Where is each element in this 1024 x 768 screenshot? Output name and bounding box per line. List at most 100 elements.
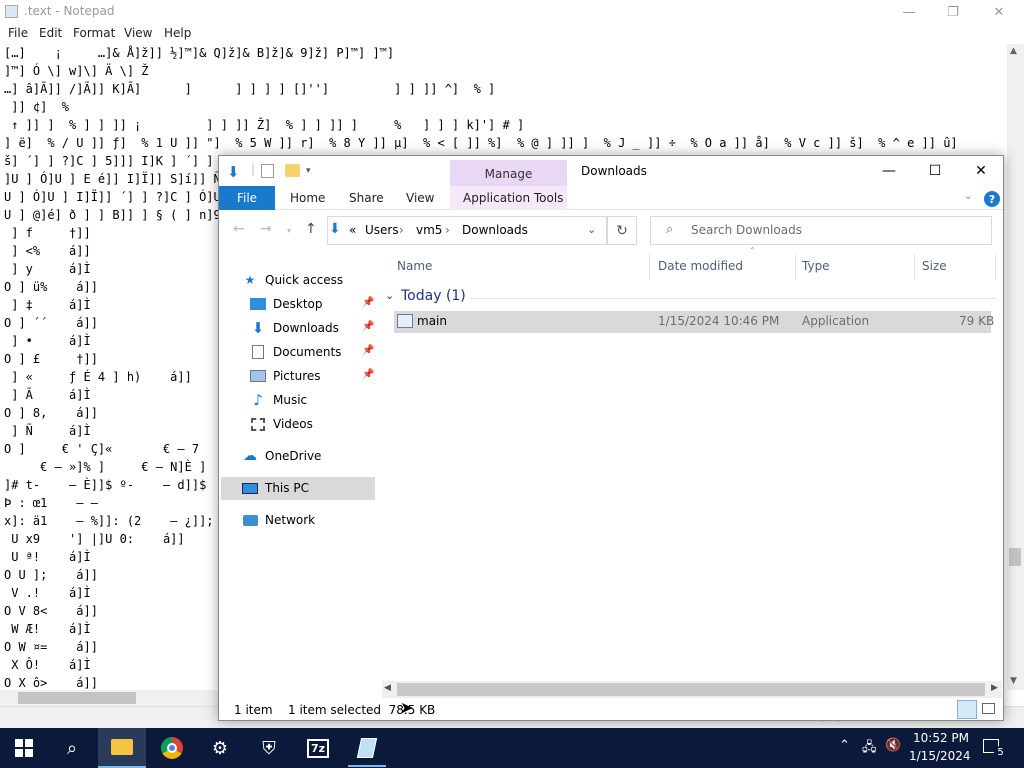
manage-tab-header[interactable]: Manage bbox=[450, 160, 567, 187]
mouse-cursor-icon: ➤ bbox=[400, 698, 414, 717]
nav-quick-access[interactable]: ★ Quick access bbox=[241, 268, 344, 292]
large-icons-view-button[interactable] bbox=[982, 703, 995, 714]
nav-onedrive[interactable]: ☁ OneDrive bbox=[241, 444, 321, 468]
taskbar-chrome[interactable] bbox=[148, 728, 196, 768]
scroll-right-arrow-icon[interactable]: ▶ bbox=[991, 683, 998, 693]
tab-home[interactable]: Home bbox=[290, 191, 325, 205]
properties-icon[interactable] bbox=[261, 164, 274, 178]
up-arrow-icon[interactable]: ↑ bbox=[305, 221, 317, 237]
scroll-left-arrow-icon[interactable]: ◀ bbox=[384, 683, 391, 693]
ribbon-tabbar bbox=[219, 186, 1003, 210]
explorer-horizontal-scroll-thumb[interactable] bbox=[397, 683, 985, 696]
pictures-icon bbox=[249, 369, 267, 383]
ribbon-expand-chevron-icon[interactable]: ⌄ bbox=[964, 191, 972, 202]
breadcrumb-downloads[interactable]: Downloads bbox=[462, 223, 528, 237]
breadcrumb-separator-icon[interactable]: › bbox=[399, 223, 404, 237]
column-separator[interactable] bbox=[795, 254, 796, 280]
taskbar-file-explorer[interactable] bbox=[98, 728, 146, 768]
details-view-button[interactable] bbox=[957, 700, 977, 719]
notepad-app-icon bbox=[5, 5, 18, 18]
column-separator[interactable] bbox=[995, 254, 996, 280]
videos-icon bbox=[249, 417, 267, 431]
help-icon[interactable]: ? bbox=[984, 191, 1000, 207]
nav-label: Videos bbox=[273, 417, 313, 431]
taskbar-notepad[interactable] bbox=[343, 728, 391, 768]
explorer-close-button[interactable]: ✕ bbox=[958, 156, 1003, 186]
column-separator[interactable] bbox=[914, 254, 915, 280]
column-header-type[interactable]: Type bbox=[802, 259, 830, 273]
taskbar-security[interactable]: ⛨ bbox=[245, 728, 293, 768]
notepad-vertical-scrollbar[interactable] bbox=[1007, 44, 1024, 690]
notepad-close-button[interactable]: ✕ bbox=[976, 0, 1022, 24]
downloads-location-icon: ⬇ bbox=[329, 221, 341, 237]
nav-label: Desktop bbox=[273, 297, 323, 311]
explorer-title: Downloads bbox=[581, 164, 647, 178]
start-button[interactable] bbox=[0, 728, 48, 768]
notepad-maximize-button[interactable]: ❐ bbox=[930, 0, 976, 24]
refresh-button[interactable]: ↻ bbox=[607, 216, 637, 245]
nav-network[interactable]: Network bbox=[241, 508, 315, 532]
forward-arrow-icon[interactable]: → bbox=[260, 221, 272, 237]
new-folder-icon[interactable] bbox=[285, 164, 300, 177]
notepad-text-line: ]™] Ó \] w]\] Ä \] Ž bbox=[4, 64, 149, 78]
taskbar-7zip[interactable]: 7z bbox=[294, 728, 342, 768]
clock-date[interactable]: 1/15/2024 bbox=[909, 749, 971, 763]
qat-dropdown-icon[interactable]: ▾ bbox=[306, 166, 311, 176]
nav-desktop[interactable]: Desktop bbox=[249, 292, 323, 316]
scroll-down-arrow-icon[interactable]: ▼ bbox=[1010, 676, 1017, 686]
nav-downloads[interactable]: ⬇ Downloads bbox=[249, 316, 339, 340]
nav-videos[interactable]: Videos bbox=[249, 412, 313, 436]
group-collapse-chevron-icon[interactable]: ⌄ bbox=[385, 289, 394, 302]
menu-edit[interactable]: Edit bbox=[39, 26, 62, 40]
download-arrow-icon[interactable]: ⬇ bbox=[227, 163, 240, 181]
tray-overflow-chevron-icon[interactable]: ⌃ bbox=[839, 738, 850, 753]
menu-file[interactable]: File bbox=[8, 26, 28, 40]
menu-view[interactable]: View bbox=[124, 26, 152, 40]
network-tray-icon[interactable]: 🖧 bbox=[862, 738, 877, 760]
column-header-date-modified[interactable]: Date modified bbox=[658, 259, 743, 273]
pin-icon: 📌 bbox=[362, 369, 375, 380]
taskbar-settings[interactable]: ⚙ bbox=[196, 728, 244, 768]
group-header-today[interactable]: Today (1) bbox=[401, 288, 466, 304]
address-dropdown-chevron-icon[interactable]: ⌄ bbox=[587, 223, 596, 236]
breadcrumb-vm5[interactable]: vm5 bbox=[416, 223, 442, 237]
notepad-minimize-button[interactable]: — bbox=[886, 0, 932, 24]
file-name[interactable]: main bbox=[417, 314, 447, 328]
taskbar-search-button[interactable]: ⌕ bbox=[48, 728, 96, 768]
notification-count-badge: 5 bbox=[994, 746, 1007, 759]
notepad-text-line: …] â]Ã]] /]Ã]] K]Ã] ] ] ] ] ] []''] ] ] … bbox=[4, 82, 496, 96]
column-header-name[interactable]: Name bbox=[397, 259, 432, 273]
menu-format[interactable]: Format bbox=[73, 26, 115, 40]
notepad-horizontal-scroll-thumb[interactable] bbox=[18, 692, 136, 704]
tab-file[interactable]: File bbox=[219, 186, 275, 210]
breadcrumb-overflow[interactable]: « bbox=[349, 223, 356, 237]
breadcrumb-separator-icon[interactable]: › bbox=[445, 223, 450, 237]
menu-help[interactable]: Help bbox=[164, 26, 191, 40]
status-item-count: 1 item bbox=[234, 703, 273, 717]
explorer-minimize-button[interactable]: — bbox=[866, 156, 912, 186]
pin-icon: 📌 bbox=[362, 345, 375, 356]
music-icon: ♪ bbox=[253, 391, 263, 409]
tab-application-tools[interactable]: Application Tools bbox=[463, 191, 563, 205]
notepad-vertical-scroll-thumb[interactable] bbox=[1009, 548, 1021, 566]
notepad-text-line: ↑ ]] ] % ] ] ]] ¡ ] ] ]] Ž] % ] ] ]] ] %… bbox=[4, 118, 525, 132]
explorer-maximize-button[interactable]: ☐ bbox=[912, 156, 958, 186]
tab-share[interactable]: Share bbox=[349, 191, 384, 205]
tab-view[interactable]: View bbox=[406, 191, 434, 205]
recent-locations-chevron-icon[interactable]: ▾ bbox=[287, 226, 291, 235]
7zip-icon: 7z bbox=[306, 738, 330, 758]
windows-logo-icon bbox=[15, 739, 33, 757]
nav-documents[interactable]: Documents bbox=[249, 340, 341, 364]
volume-muted-icon[interactable]: 🔇 bbox=[885, 738, 901, 753]
nav-label: OneDrive bbox=[265, 449, 322, 463]
application-icon bbox=[397, 314, 413, 328]
column-header-size[interactable]: Size bbox=[922, 259, 947, 273]
breadcrumb-users[interactable]: Users bbox=[365, 223, 399, 237]
column-separator[interactable] bbox=[649, 254, 650, 280]
scroll-up-arrow-icon[interactable]: ▲ bbox=[1010, 46, 1017, 56]
nav-this-pc[interactable]: This PC bbox=[241, 476, 309, 500]
clock-time[interactable]: 10:52 PM bbox=[913, 731, 969, 745]
nav-music[interactable]: ♪ Music bbox=[249, 388, 307, 412]
nav-pictures[interactable]: Pictures bbox=[249, 364, 321, 388]
back-arrow-icon[interactable]: ← bbox=[233, 221, 245, 237]
